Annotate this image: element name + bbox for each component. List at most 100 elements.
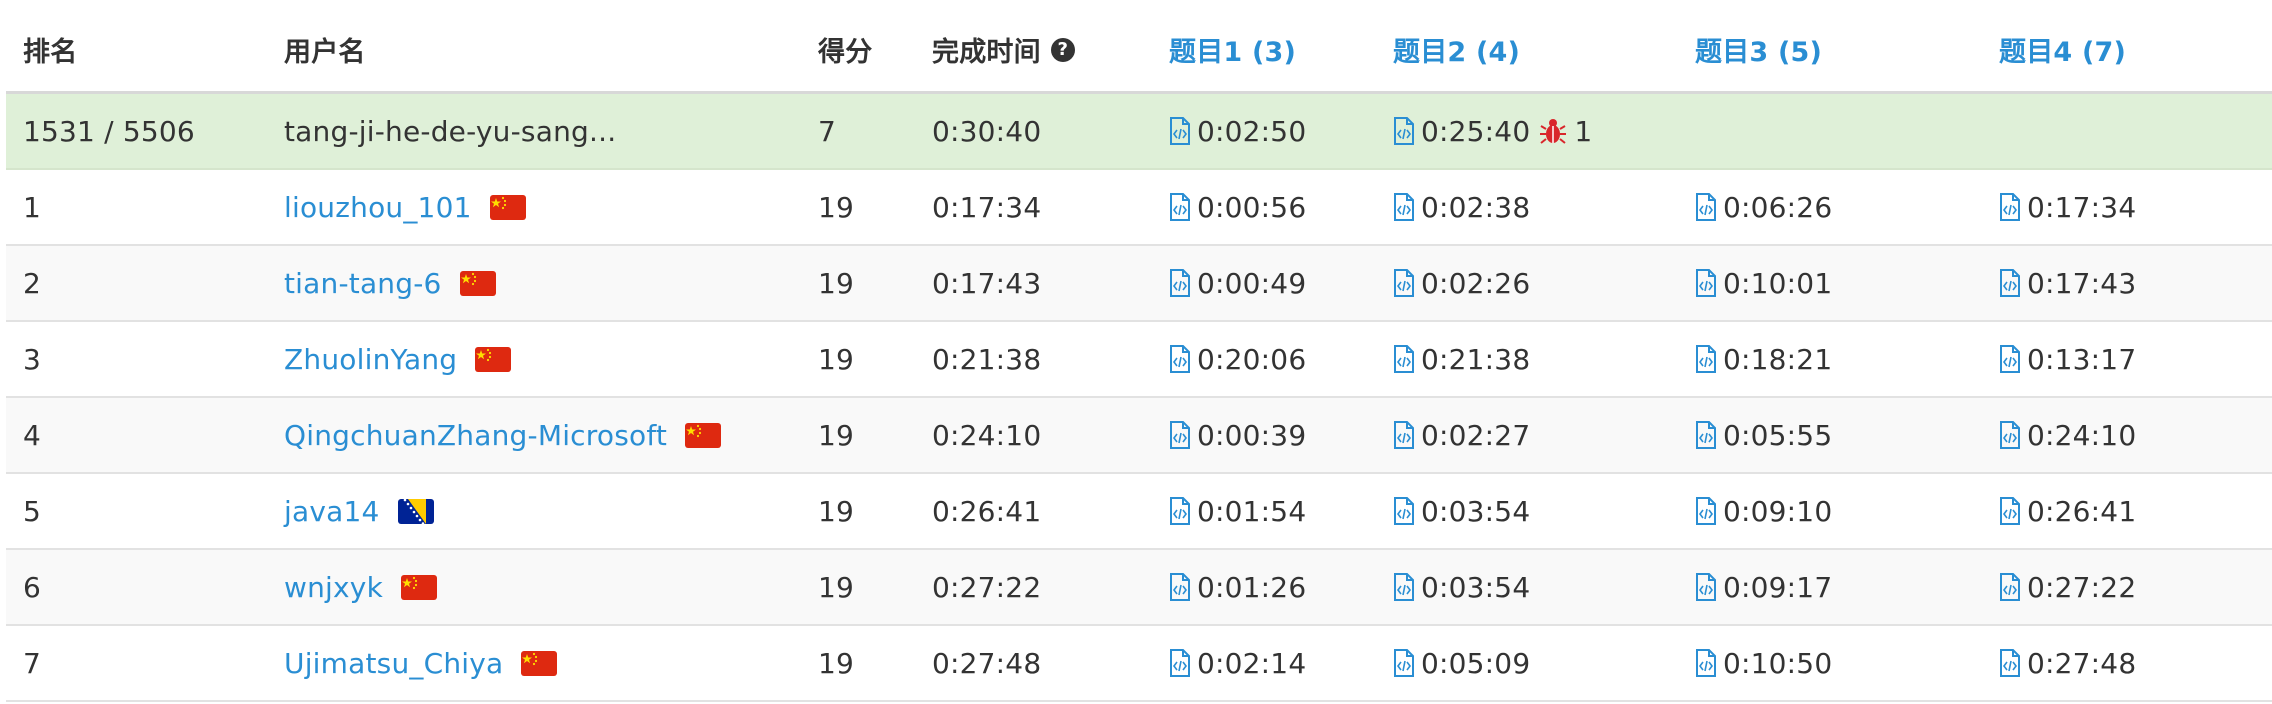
q1-time: 0:20:06 <box>1197 342 1307 376</box>
code-file-icon[interactable] <box>1695 421 1717 449</box>
code-file-icon[interactable] <box>1393 573 1415 601</box>
q1-submission[interactable]: 0:00:56 <box>1169 170 1306 244</box>
username-cell: Ujimatsu_Chiya <box>284 626 558 700</box>
code-file-icon[interactable] <box>1169 345 1191 373</box>
code-file-icon[interactable] <box>1393 117 1415 145</box>
header-question-1[interactable]: 题目1 (3) <box>1169 0 1296 91</box>
username-link[interactable]: liouzhou_101 <box>284 191 472 224</box>
score: 19 <box>818 646 855 680</box>
question-circle-icon[interactable]: ? <box>1050 37 1075 62</box>
q4-submission[interactable]: 0:27:48 <box>1999 626 2136 700</box>
current-user-row: 1531 / 5506 tang-ji-he-de-yu-sang... 7 0… <box>6 94 2272 170</box>
code-file-icon[interactable] <box>1695 649 1717 677</box>
q1-submission[interactable]: 0:02:14 <box>1169 626 1306 700</box>
my-q1-submission[interactable]: 0:02:50 <box>1169 94 1306 168</box>
code-file-icon[interactable] <box>1999 193 2021 221</box>
rank: 3 <box>23 342 42 376</box>
header-question-4[interactable]: 题目4 (7) <box>1999 0 2126 91</box>
my-q2-wrong-count: 1 <box>1574 114 1593 148</box>
bosnia-flag <box>397 498 434 524</box>
finish-time: 0:27:48 <box>932 646 1042 680</box>
q3-submission[interactable]: 0:05:55 <box>1695 398 1832 472</box>
username-link[interactable]: java14 <box>284 495 380 528</box>
q1-time: 0:01:54 <box>1197 494 1307 528</box>
q4-submission[interactable]: 0:27:22 <box>1999 550 2136 624</box>
score: 19 <box>818 494 855 528</box>
rank: 2 <box>23 266 42 300</box>
code-file-icon[interactable] <box>1393 497 1415 525</box>
q1-time: 0:00:39 <box>1197 418 1307 452</box>
header-finish-time: 完成时间 ? <box>932 0 1075 91</box>
q1-submission[interactable]: 0:01:26 <box>1169 550 1306 624</box>
code-file-icon[interactable] <box>1999 269 2021 297</box>
header-question-3[interactable]: 题目3 (5) <box>1695 0 1822 91</box>
my-q2-time: 0:25:40 <box>1421 114 1531 148</box>
header-question-2[interactable]: 题目2 (4) <box>1393 0 1520 91</box>
q4-time: 0:26:41 <box>2027 494 2137 528</box>
my-username: tang-ji-he-de-yu-sang... <box>284 114 617 148</box>
code-file-icon[interactable] <box>1169 117 1191 145</box>
code-file-icon[interactable] <box>1999 421 2021 449</box>
q4-time: 0:27:48 <box>2027 646 2137 680</box>
username-link[interactable]: Ujimatsu_Chiya <box>284 647 503 680</box>
username-cell: QingchuanZhang-Microsoft <box>284 398 722 472</box>
q4-submission[interactable]: 0:17:43 <box>1999 246 2136 320</box>
username-link[interactable]: ZhuolinYang <box>284 343 457 376</box>
rank: 4 <box>23 418 42 452</box>
q4-submission[interactable]: 0:24:10 <box>1999 398 2136 472</box>
code-file-icon[interactable] <box>1169 193 1191 221</box>
username-link[interactable]: wnjxyk <box>284 571 383 604</box>
my-q2-submission[interactable]: 0:25:40 1 <box>1393 94 1592 168</box>
code-file-icon[interactable] <box>1169 573 1191 601</box>
q2-time: 0:03:54 <box>1421 570 1531 604</box>
q2-time: 0:02:26 <box>1421 266 1531 300</box>
code-file-icon[interactable] <box>1393 421 1415 449</box>
code-file-icon[interactable] <box>1393 193 1415 221</box>
code-file-icon[interactable] <box>1393 269 1415 297</box>
code-file-icon[interactable] <box>1393 649 1415 677</box>
q1-submission[interactable]: 0:00:39 <box>1169 398 1306 472</box>
code-file-icon[interactable] <box>1169 269 1191 297</box>
q3-submission[interactable]: 0:18:21 <box>1695 322 1832 396</box>
q4-submission[interactable]: 0:17:34 <box>1999 170 2136 244</box>
q1-submission[interactable]: 0:01:54 <box>1169 474 1306 548</box>
code-file-icon[interactable] <box>1999 345 2021 373</box>
q1-submission[interactable]: 0:00:49 <box>1169 246 1306 320</box>
username-link[interactable]: QingchuanZhang-Microsoft <box>284 419 667 452</box>
header-score: 得分 <box>818 37 873 68</box>
username-link[interactable]: tian-tang-6 <box>284 267 442 300</box>
q3-submission[interactable]: 0:09:10 <box>1695 474 1832 548</box>
code-file-icon[interactable] <box>1393 345 1415 373</box>
code-file-icon[interactable] <box>1695 193 1717 221</box>
code-file-icon[interactable] <box>1169 497 1191 525</box>
code-file-icon[interactable] <box>1169 421 1191 449</box>
code-file-icon[interactable] <box>1999 497 2021 525</box>
bug-icon <box>1540 117 1567 145</box>
code-file-icon[interactable] <box>1999 649 2021 677</box>
q2-submission[interactable]: 0:03:54 <box>1393 474 1530 548</box>
code-file-icon[interactable] <box>1695 573 1717 601</box>
q4-submission[interactable]: 0:26:41 <box>1999 474 2136 548</box>
username-cell: liouzhou_101 <box>284 170 526 244</box>
q1-submission[interactable]: 0:20:06 <box>1169 322 1306 396</box>
code-file-icon[interactable] <box>1695 497 1717 525</box>
username-cell: ZhuolinYang <box>284 322 512 396</box>
code-file-icon[interactable] <box>1169 649 1191 677</box>
q3-submission[interactable]: 0:06:26 <box>1695 170 1832 244</box>
q2-submission[interactable]: 0:02:27 <box>1393 398 1530 472</box>
q3-submission[interactable]: 0:10:50 <box>1695 626 1832 700</box>
q2-submission[interactable]: 0:02:26 <box>1393 246 1530 320</box>
q3-submission[interactable]: 0:10:01 <box>1695 246 1832 320</box>
code-file-icon[interactable] <box>1999 573 2021 601</box>
q4-submission[interactable]: 0:13:17 <box>1999 322 2136 396</box>
q2-submission[interactable]: 0:05:09 <box>1393 626 1530 700</box>
code-file-icon[interactable] <box>1695 345 1717 373</box>
q1-time: 0:00:49 <box>1197 266 1307 300</box>
q2-submission[interactable]: 0:03:54 <box>1393 550 1530 624</box>
table-row: 7 Ujimatsu_Chiya 19 0:27:48 0:02:14 0:05:09 0:… <box>6 626 2272 702</box>
q2-submission[interactable]: 0:02:38 <box>1393 170 1530 244</box>
code-file-icon[interactable] <box>1695 269 1717 297</box>
rank: 7 <box>23 646 42 680</box>
q3-submission[interactable]: 0:09:17 <box>1695 550 1832 624</box>
q2-submission[interactable]: 0:21:38 <box>1393 322 1530 396</box>
